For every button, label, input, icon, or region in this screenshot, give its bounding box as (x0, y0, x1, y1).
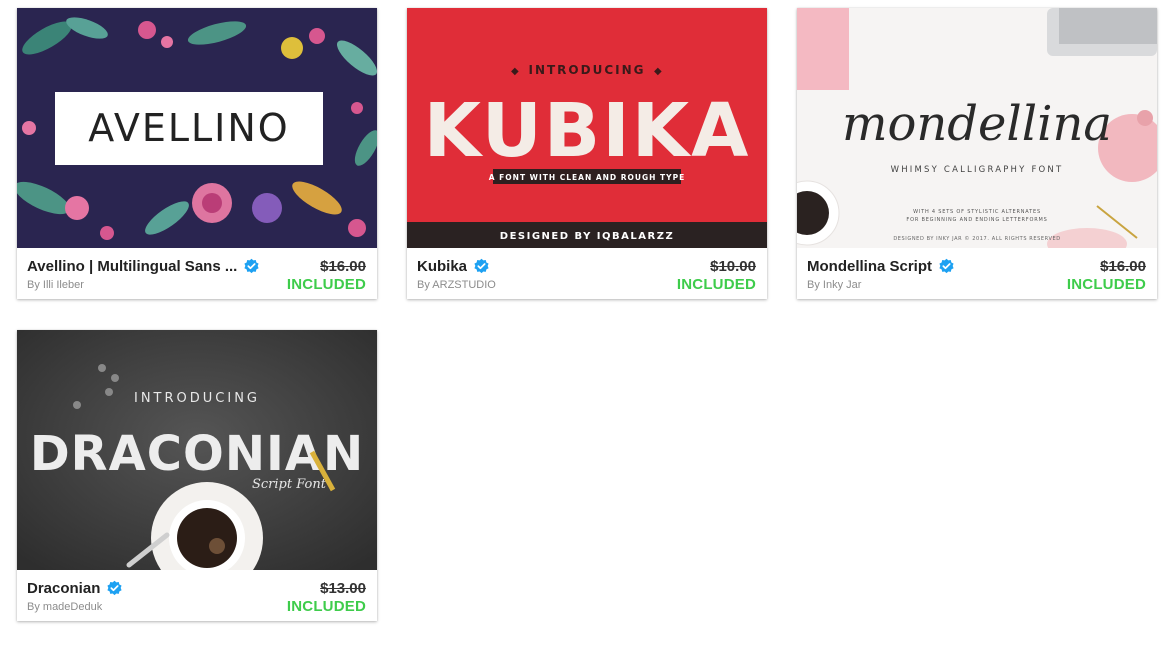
product-title[interactable]: Draconian (27, 580, 100, 597)
original-price: $16.00 (1100, 258, 1146, 275)
preview-sub: Script Font (252, 477, 327, 492)
product-card-draconian[interactable]: INTRODUCING DRACONIAN Script Font Dracon… (17, 330, 377, 621)
preview-credit: DESIGNED BY INKY JAR © 2017. ALL RIGHTS … (893, 235, 1060, 242)
product-preview-image[interactable]: AVELLINO (17, 8, 377, 248)
preview-title: mondellina (842, 96, 1112, 152)
product-author: By Illi Ileber (27, 279, 84, 291)
preview-tagline: A FONT WITH CLEAN AND ROUGH TYPE (489, 173, 685, 182)
svg-text:◆: ◆ (654, 66, 662, 77)
preview-note-1: WITH 4 SETS OF STYLISTIC ALTERNATES (913, 209, 1041, 215)
preview-note-2: FOR BEGINNING AND ENDING LETTERFORMS (906, 217, 1047, 223)
included-badge: INCLUDED (1066, 276, 1146, 293)
original-price: $16.00 (320, 258, 366, 275)
svg-text:◆: ◆ (511, 66, 519, 77)
author-link[interactable]: Inky Jar (823, 279, 862, 291)
verified-badge-icon (107, 580, 122, 596)
product-card-avellino[interactable]: AVELLINO Avellino | Multilingual Sans ..… (17, 8, 377, 299)
preview-credit: DESIGNED BY IQBALARZZ (500, 231, 674, 242)
preview-title: AVELLINO (88, 106, 289, 150)
product-card-kubika[interactable]: INTRODUCING ◆ ◆ KUBIKA A FONT WITH CLEAN… (407, 8, 767, 299)
product-author: By ARZSTUDIO (417, 279, 496, 291)
product-author: By Inky Jar (807, 279, 862, 291)
product-meta: Draconian By madeDeduk $13.00 INCLUDED (17, 570, 377, 621)
author-link[interactable]: Illi Ileber (43, 279, 84, 291)
product-meta: Kubika By ARZSTUDIO $10.00 INCLUDED (407, 248, 767, 299)
included-badge: INCLUDED (286, 598, 366, 615)
product-meta: Mondellina Script By Inky Jar $16.00 INC… (797, 248, 1157, 299)
verified-badge-icon (244, 258, 259, 274)
product-meta: Avellino | Multilingual Sans ... By Illi… (17, 248, 377, 299)
verified-badge-icon (474, 258, 489, 274)
product-title[interactable]: Mondellina Script (807, 258, 932, 275)
product-preview-image[interactable]: INTRODUCING ◆ ◆ KUBIKA A FONT WITH CLEAN… (407, 8, 767, 248)
preview-sub: WHIMSY CALLIGRAPHY FONT (891, 165, 1064, 175)
included-badge: INCLUDED (676, 276, 756, 293)
preview-title: KUBIKA (424, 88, 751, 174)
product-title[interactable]: Kubika (417, 258, 467, 275)
verified-badge-icon (939, 258, 954, 274)
preview-intro: INTRODUCING (528, 63, 645, 77)
original-price: $13.00 (320, 580, 366, 597)
product-preview-image[interactable]: INTRODUCING DRACONIAN Script Font (17, 330, 377, 570)
author-link[interactable]: ARZSTUDIO (432, 279, 496, 291)
original-price: $10.00 (710, 258, 756, 275)
author-link[interactable]: madeDeduk (43, 601, 102, 613)
product-preview-image[interactable]: mondellina WHIMSY CALLIGRAPHY FONT WITH … (797, 8, 1157, 248)
product-title[interactable]: Avellino | Multilingual Sans ... (27, 258, 237, 275)
preview-intro: INTRODUCING (134, 391, 260, 406)
included-badge: INCLUDED (286, 276, 366, 293)
product-card-mondellina[interactable]: mondellina WHIMSY CALLIGRAPHY FONT WITH … (797, 8, 1157, 299)
product-author: By madeDeduk (27, 601, 103, 613)
